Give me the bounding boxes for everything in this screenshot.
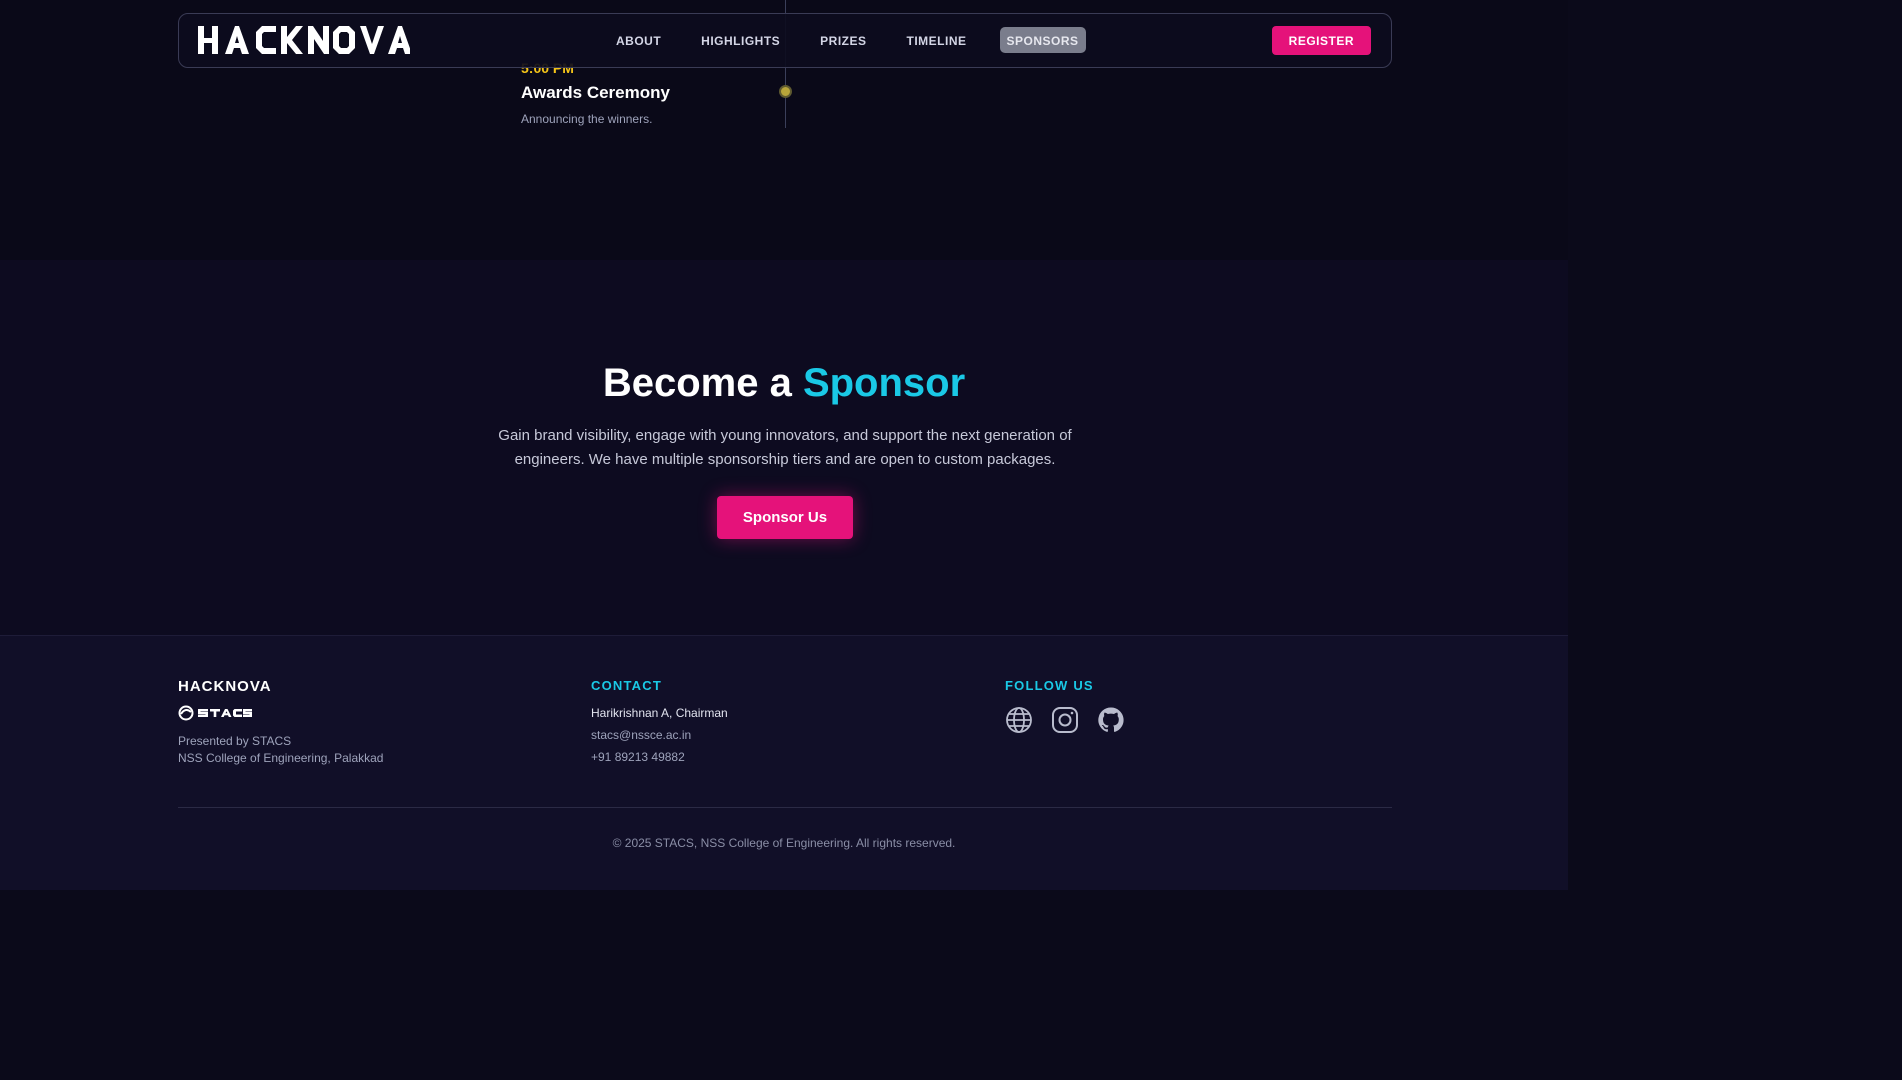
sponsor-heading-accent: Sponsor — [802, 361, 966, 405]
footer-college: NSS College of Engineering, Palakkad — [178, 751, 384, 765]
footer-presented-by: Presented by STACS — [178, 734, 292, 748]
sponsor-us-button[interactable]: Sponsor Us — [717, 496, 853, 539]
github-icon[interactable] — [1097, 706, 1125, 734]
globe-icon[interactable] — [1005, 706, 1033, 734]
timeline-item-title: Awards Ceremony — [521, 83, 670, 102]
contact-name: Harikrishnan A, Chairman — [591, 706, 728, 720]
register-button[interactable]: REGISTER — [1271, 26, 1371, 55]
navbar: ABOUT HIGHLIGHTS PRIZES TIMELINE SPONSOR… — [178, 13, 1392, 68]
nav-link-highlights[interactable]: HIGHLIGHTS — [694, 27, 787, 53]
sponsor-description: Gain brand visibility, engage with young… — [498, 427, 1072, 468]
sponsor-heading-plain: Become a — [602, 361, 792, 405]
timeline-item-description: Announcing the winners. — [521, 112, 653, 126]
footer-contact: CONTACT Harikrishnan A, Chairman stacs@n… — [591, 678, 728, 764]
nav-link-prizes[interactable]: PRIZES — [813, 27, 873, 53]
contact-email-link[interactable]: stacs@nssce.ac.in — [591, 728, 728, 742]
footer-divider — [178, 807, 1392, 808]
nav-links: ABOUT HIGHLIGHTS PRIZES TIMELINE SPONSOR… — [609, 27, 1112, 53]
copyright-text: © 2025 STACS, NSS College of Engineering… — [612, 836, 956, 850]
footer-brand-title: HACKNOVA — [178, 678, 272, 695]
sponsor-heading: Become a Sponsor — [0, 361, 1568, 406]
footer: HACKNOVA Presented by STACS NSS College … — [0, 635, 1568, 890]
instagram-icon[interactable] — [1051, 706, 1079, 734]
sponsor-section: Become a Sponsor Gain brand visibility, … — [0, 260, 1568, 635]
stacs-logo — [178, 705, 252, 721]
nav-link-about[interactable]: ABOUT — [609, 27, 668, 53]
contact-heading: CONTACT — [591, 678, 662, 693]
timeline-dot — [779, 85, 792, 98]
nav-link-timeline[interactable]: TIMELINE — [900, 27, 974, 53]
hacknova-logo[interactable] — [198, 24, 410, 56]
contact-phone-link[interactable]: +91 89213 49882 — [591, 750, 728, 764]
nav-link-sponsors[interactable]: SPONSORS — [999, 27, 1086, 53]
footer-brand: HACKNOVA Presented by STACS NSS College … — [178, 678, 383, 767]
footer-follow: FOLLOW US — [1005, 678, 1143, 734]
follow-heading: FOLLOW US — [1005, 678, 1094, 693]
social-links — [1005, 706, 1143, 734]
